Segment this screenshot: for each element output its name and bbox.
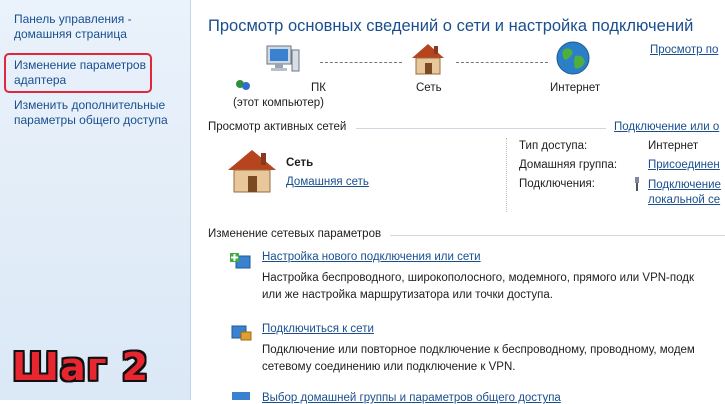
network-adapter-icon — [236, 80, 250, 90]
link-text: Изменить дополнительные — [14, 98, 166, 112]
active-networks-header: Просмотр активных сетей — [208, 121, 347, 133]
homegroup-link[interactable]: Присоединен — [648, 159, 720, 171]
description-line: или же настройка маршрутизатора или точк… — [262, 289, 553, 301]
page-title: Просмотр основных сведений о сети и наст… — [208, 17, 694, 35]
connect-to-network-icon — [231, 325, 252, 341]
house-icon — [412, 44, 444, 75]
view-full-map-link[interactable]: Просмотр по — [650, 44, 718, 56]
vertical-divider — [506, 138, 508, 212]
section-divider — [390, 235, 725, 236]
step-label: Шаг 2 — [12, 345, 150, 389]
homegroup-icon — [232, 392, 250, 400]
change-adapter-settings-link[interactable]: Изменение параметров адаптера — [14, 58, 146, 88]
globe-icon — [556, 41, 590, 75]
computer-sublabel: (этот компьютер) — [233, 97, 325, 109]
network-type-link[interactable]: Домашняя сеть — [286, 176, 369, 188]
advanced-sharing-settings-link[interactable]: Изменить дополнительные параметры общего… — [14, 98, 168, 128]
new-connection-icon — [230, 253, 251, 269]
connect-disconnect-link[interactable]: Подключение или о — [614, 121, 719, 133]
link-text: локальной се — [648, 194, 721, 206]
link-text: Изменение параметров — [14, 58, 146, 72]
homegroup-sharing-link[interactable]: Выбор домашней группы и параметров общег… — [262, 392, 561, 404]
left-pane: Панель управления - домашняя страница Из… — [0, 0, 191, 400]
network-name: Сеть — [286, 157, 314, 169]
setup-new-connection-description: Настройка беспроводного, широкополосного… — [262, 270, 694, 304]
computer-icon — [266, 45, 300, 72]
computer-label: ПК — [311, 82, 326, 94]
link-text: Панель управления - — [14, 12, 132, 26]
change-settings-header: Изменение сетевых параметров — [208, 228, 382, 240]
connection-line — [320, 62, 402, 64]
description-line: сетевому соединению или подключение к VP… — [262, 361, 516, 373]
description-line: Подключение или повторное подключение к … — [262, 344, 695, 356]
home-network-icon — [228, 150, 276, 193]
local-connection-link[interactable]: Подключение локальной се — [648, 178, 721, 208]
connect-to-network-link[interactable]: Подключиться к сети — [262, 323, 374, 335]
homegroup-label: Домашняя группа: — [519, 159, 618, 171]
description-line: Настройка беспроводного, широкополосного… — [262, 272, 694, 284]
network-label: Сеть — [416, 82, 442, 94]
internet-label: Интернет — [550, 82, 601, 94]
connections-label: Подключения: — [519, 178, 595, 190]
link-text: адаптера — [14, 73, 67, 87]
ethernet-icon — [635, 177, 639, 191]
section-divider — [356, 128, 606, 129]
link-text: параметры общего доступа — [14, 113, 168, 127]
access-type-label: Тип доступа: — [519, 140, 588, 152]
connection-line — [456, 62, 548, 64]
control-panel-home-link[interactable]: Панель управления - домашняя страница — [14, 12, 132, 42]
link-text: Подключение — [648, 179, 721, 191]
link-text: домашняя страница — [14, 27, 127, 41]
access-type-value: Интернет — [648, 140, 699, 152]
setup-new-connection-link[interactable]: Настройка нового подключения или сети — [262, 251, 481, 263]
connect-to-network-description: Подключение или повторное подключение к … — [262, 342, 695, 376]
